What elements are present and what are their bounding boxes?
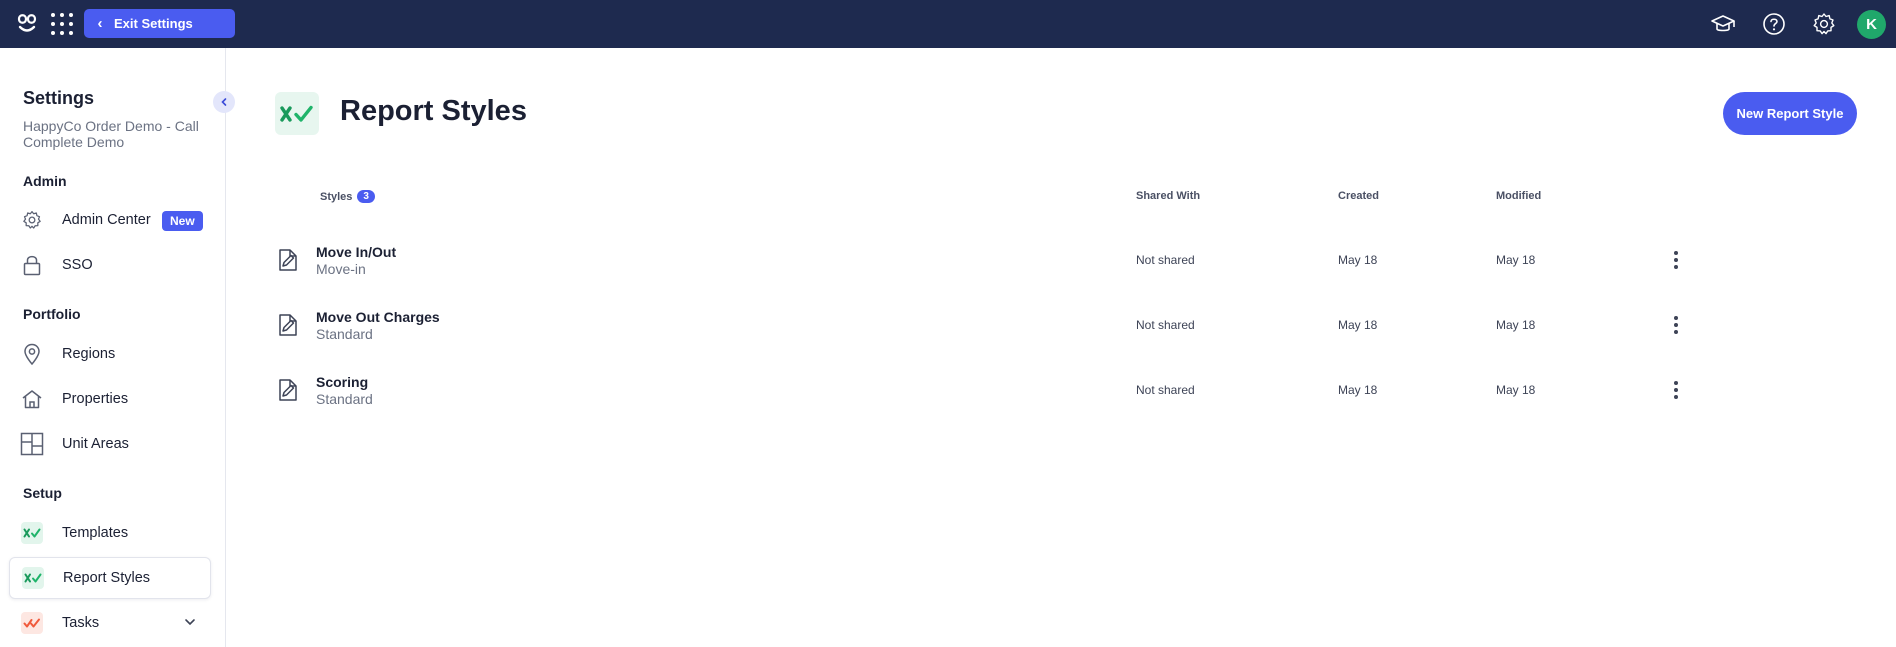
created-cell: May 18 [1338, 253, 1378, 267]
report-styles-page-icon [275, 92, 319, 135]
gear-icon[interactable] [1810, 10, 1838, 38]
sidebar-item-label: Properties [62, 391, 129, 407]
new-badge: New [162, 211, 203, 231]
table-row[interactable]: Move Out Charges Standard Not shared May… [270, 294, 1690, 358]
happyco-logo-icon[interactable] [15, 12, 39, 36]
style-name[interactable]: Move Out Charges [316, 309, 440, 325]
sidebar-item-regions[interactable]: Regions [9, 333, 211, 375]
column-header-label: Styles [320, 191, 353, 203]
style-type: Standard [316, 391, 373, 407]
document-edit-icon [275, 377, 301, 403]
table-row[interactable]: Move In/Out Move-in Not shared May 18 Ma… [270, 229, 1690, 293]
shared-with-cell: Not shared [1136, 318, 1195, 332]
report-styles-icon [21, 566, 45, 590]
shared-with-cell: Not shared [1136, 383, 1195, 397]
graduation-cap-icon[interactable] [1709, 10, 1737, 38]
settings-sidebar: Settings HappyCo Order Demo - Call Compl… [0, 48, 226, 647]
style-name[interactable]: Move In/Out [316, 244, 396, 260]
lock-icon [20, 253, 44, 277]
section-portfolio: Portfolio [23, 306, 81, 322]
sidebar-item-label: Regions [62, 346, 116, 362]
modified-cell: May 18 [1496, 318, 1536, 332]
column-header-shared-with[interactable]: Shared With [1136, 190, 1200, 202]
tasks-icon [20, 611, 44, 635]
column-header-created[interactable]: Created [1338, 190, 1379, 202]
style-type: Standard [316, 326, 373, 342]
app-grid-icon[interactable] [51, 13, 73, 35]
templates-icon [20, 521, 44, 545]
organization-name: HappyCo Order Demo - Call Complete Demo [23, 118, 199, 150]
sidebar-item-unit-areas[interactable]: Unit Areas [9, 423, 211, 465]
new-report-style-button[interactable]: New Report Style [1723, 92, 1857, 135]
sidebar-item-properties[interactable]: Properties [9, 378, 211, 420]
gear-icon [20, 208, 44, 232]
sidebar-item-label: Tasks [62, 615, 100, 631]
exit-settings-label: Exit Settings [114, 16, 193, 31]
column-header-styles[interactable]: Styles 3 [320, 190, 375, 203]
modified-cell: May 18 [1496, 253, 1536, 267]
sidebar-title: Settings [23, 88, 95, 108]
section-setup: Setup [23, 485, 62, 501]
sidebar-item-label: SSO [62, 257, 93, 273]
sidebar-item-label: Unit Areas [62, 436, 129, 452]
chevron-left-icon: ‹ [97, 15, 103, 32]
collapse-sidebar-button[interactable] [213, 91, 235, 113]
more-options-icon[interactable] [1666, 314, 1686, 336]
sidebar-item-templates[interactable]: Templates [9, 512, 211, 554]
more-options-icon[interactable] [1666, 249, 1686, 271]
section-admin: Admin [23, 173, 67, 189]
chevron-left-icon [221, 98, 227, 106]
help-circle-icon[interactable] [1760, 10, 1788, 38]
sidebar-item-label: Templates [62, 525, 129, 541]
chevron-down-icon[interactable] [183, 615, 197, 634]
table-row[interactable]: Scoring Standard Not shared May 18 May 1… [270, 359, 1690, 423]
top-navigation-bar: ‹ Exit Settings K [0, 0, 1896, 48]
sidebar-item-tasks[interactable]: Tasks [9, 602, 211, 644]
page-title: Report Styles [340, 95, 527, 127]
floorplan-icon [20, 432, 44, 456]
shared-with-cell: Not shared [1136, 253, 1195, 267]
styles-count-badge: 3 [357, 190, 375, 203]
sidebar-item-label: Report Styles [63, 570, 151, 586]
column-header-modified[interactable]: Modified [1496, 190, 1541, 202]
map-pin-icon [20, 342, 44, 366]
style-type: Move-in [316, 261, 366, 277]
more-options-icon[interactable] [1666, 379, 1686, 401]
sidebar-item-sso[interactable]: SSO [9, 244, 211, 286]
sidebar-item-report-styles[interactable]: Report Styles [9, 557, 211, 599]
document-edit-icon [275, 247, 301, 273]
created-cell: May 18 [1338, 318, 1378, 332]
exit-settings-button[interactable]: ‹ Exit Settings [84, 9, 235, 38]
modified-cell: May 18 [1496, 383, 1536, 397]
created-cell: May 18 [1338, 383, 1378, 397]
document-edit-icon [275, 312, 301, 338]
style-name[interactable]: Scoring [316, 374, 368, 390]
user-avatar[interactable]: K [1857, 10, 1886, 39]
home-icon [20, 387, 44, 411]
sidebar-item-admin-center[interactable]: Admin Center New [9, 199, 211, 241]
sidebar-item-label: Admin Center [62, 212, 151, 228]
